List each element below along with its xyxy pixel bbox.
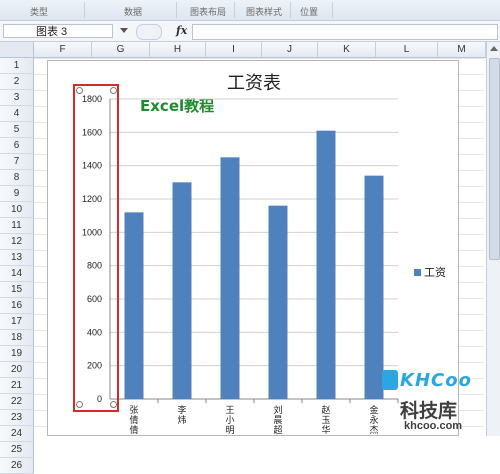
x-tick-label: 刘晨超 [273,404,282,435]
ribbon-separator [176,2,177,18]
ribbon-separator [290,2,291,18]
column-header-k[interactable]: K [318,42,376,58]
row-header[interactable]: 13 [0,250,34,266]
row-header[interactable]: 10 [0,202,34,218]
selection-handle[interactable] [110,87,117,94]
ribbon-separator [234,2,235,18]
selection-handle[interactable] [110,401,117,408]
column-header-f[interactable]: F [34,42,92,58]
logo-brand-main: 科技库 [400,400,458,422]
insert-function-icon[interactable]: fx [176,24,187,37]
row-header[interactable]: 7 [0,154,34,170]
scrollbar-thumb[interactable] [489,58,500,260]
name-box-dropdown-icon[interactable] [120,28,128,33]
row-header[interactable]: 1 [0,58,34,74]
row-header[interactable]: 12 [0,234,34,250]
row-header[interactable]: 3 [0,90,34,106]
row-header[interactable]: 26 [0,458,34,474]
row-header[interactable]: 9 [0,186,34,202]
row-header[interactable]: 14 [0,266,34,282]
ribbon: 类型 数据 图表布局 图表样式 位置 [0,0,500,21]
row-header[interactable]: 17 [0,314,34,330]
ribbon-group-chart-style[interactable]: 图表样式 [246,5,282,18]
ribbon-group-location[interactable]: 位置 [300,5,318,18]
x-tick-label: 张倩倩 [129,405,138,435]
row-header[interactable]: 6 [0,138,34,154]
bar [220,157,240,399]
row-header[interactable]: 25 [0,442,34,458]
row-header[interactable]: 18 [0,330,34,346]
bar [364,175,384,399]
row-header[interactable]: 22 [0,394,34,410]
formula-bar: 图表 3 fx [0,21,500,42]
logo-url: khcoo.com [404,420,463,432]
selection-handle[interactable] [76,401,83,408]
column-header-h[interactable]: H [150,42,206,58]
row-header[interactable]: 20 [0,362,34,378]
book-icon [382,370,398,390]
ribbon-group-type[interactable]: 类型 [30,5,48,18]
row-header[interactable]: 5 [0,122,34,138]
bar [316,130,336,399]
logo-brand-top: KHCoo [400,370,472,391]
chart-legend[interactable]: 工资 [414,264,446,280]
row-header[interactable]: 19 [0,346,34,362]
x-tick-label: 李炜 [177,404,186,425]
row-header[interactable]: 24 [0,426,34,442]
formula-cancel-button[interactable] [136,24,162,40]
row-header[interactable]: 21 [0,378,34,394]
khcoo-logo: KHCoo 科技库 khcoo.com [382,368,498,436]
column-header-l[interactable]: L [376,42,438,58]
axis-selection-outline [73,84,119,412]
formula-input[interactable] [192,24,498,40]
row-header[interactable]: 15 [0,282,34,298]
column-header-i[interactable]: I [206,42,262,58]
row-header[interactable]: 11 [0,218,34,234]
bar [268,205,288,399]
select-all-corner[interactable] [0,42,34,58]
column-header-m[interactable]: M [438,42,486,58]
ribbon-separator [84,2,85,18]
legend-swatch [414,268,421,276]
x-tick-label: 王小明 [225,405,234,435]
row-header[interactable]: 16 [0,298,34,314]
legend-label: 工资 [424,267,446,279]
column-header-j[interactable]: J [262,42,318,58]
bar [172,182,192,399]
ribbon-group-chart-layout[interactable]: 图表布局 [190,5,226,18]
ribbon-group-data[interactable]: 数据 [124,5,142,18]
row-header[interactable]: 4 [0,106,34,122]
row-header[interactable]: 23 [0,410,34,426]
ribbon-separator [332,2,333,18]
scroll-up-icon[interactable] [490,46,498,51]
column-header-g[interactable]: G [92,42,150,58]
row-header[interactable]: 8 [0,170,34,186]
selection-handle[interactable] [76,87,83,94]
row-header[interactable]: 2 [0,74,34,90]
x-tick-label: 金永杰 [369,404,378,435]
name-box[interactable]: 图表 3 [3,24,113,38]
bar [124,212,144,399]
x-tick-label: 赵玉华 [321,404,330,435]
